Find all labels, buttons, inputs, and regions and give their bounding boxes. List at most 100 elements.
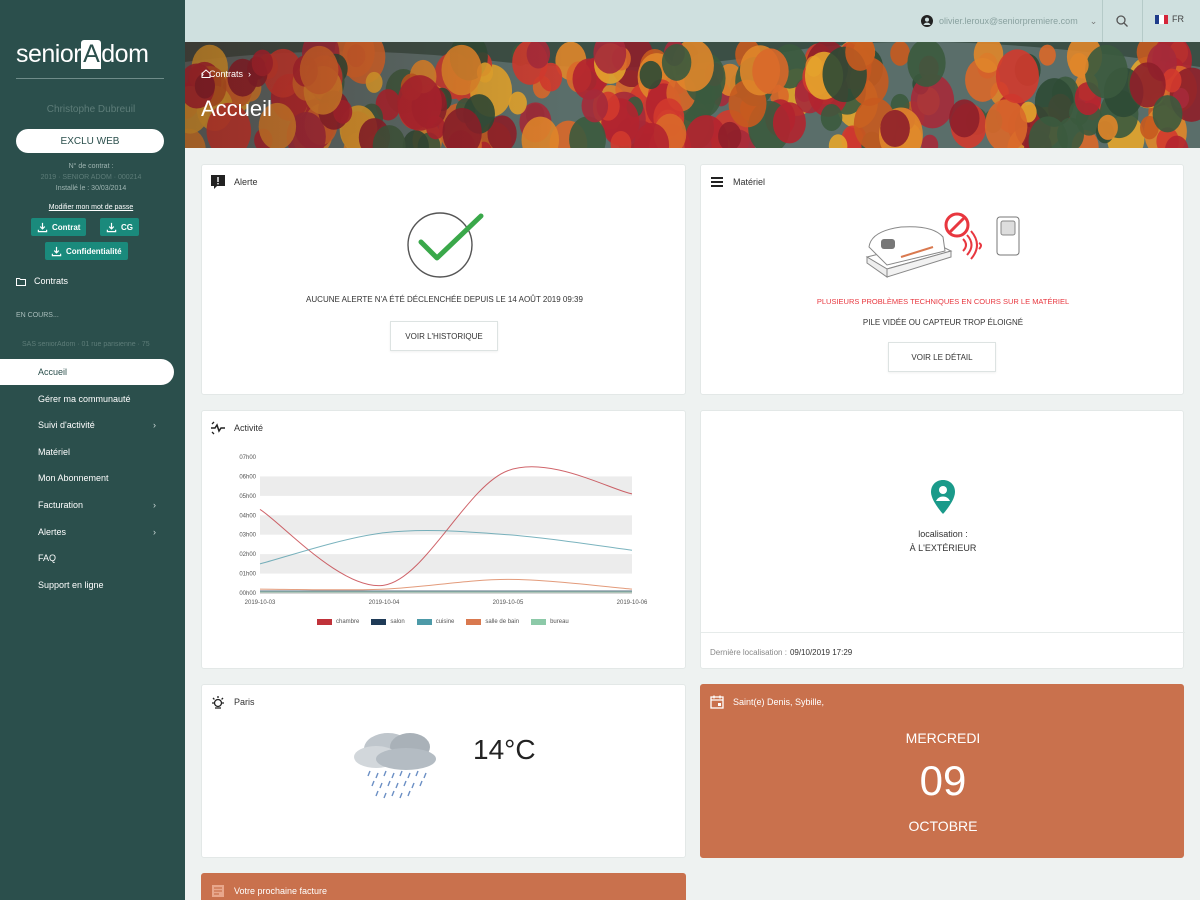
localisation-label: localisation : bbox=[918, 529, 968, 539]
month-name: OCTOBRE bbox=[908, 818, 978, 834]
sidebar-item-mon-abonnement[interactable]: Mon Abonnement bbox=[0, 465, 174, 491]
fete-card: Saint(e) Denis, Sybille, MERCREDI 09 OCT… bbox=[700, 684, 1184, 858]
page-title: Accueil bbox=[201, 96, 272, 121]
sidebar-item-suivi-d-activite[interactable]: Suivi d'activité › bbox=[0, 412, 174, 438]
voir-historique-button[interactable]: VOIR L'HISTORIQUE bbox=[390, 321, 498, 351]
legend-label: chambre bbox=[336, 619, 360, 625]
day-name: MERCREDI bbox=[905, 730, 981, 746]
breadcrumb-contrats[interactable]: Contrats bbox=[209, 69, 243, 79]
facture-card: Votre prochaine facture bbox=[201, 873, 686, 900]
localisation-card: localisation : À L'EXTÉRIEUR Dernière lo… bbox=[700, 410, 1185, 669]
materiel-detail: PILE VIDÉE OU CAPTEUR TROP ÉLOIGNÉ bbox=[862, 318, 1024, 327]
legend-item[interactable]: chambre bbox=[317, 619, 359, 625]
check-icon bbox=[407, 212, 484, 278]
x-tick-label: 2019-10-06 bbox=[617, 600, 648, 605]
sidebar-item-faq[interactable]: FAQ bbox=[0, 545, 174, 571]
legend-swatch bbox=[317, 619, 332, 625]
legend-item[interactable]: bureau bbox=[531, 619, 569, 625]
user-icon bbox=[921, 15, 933, 27]
chevron-right-icon: › bbox=[153, 500, 156, 510]
card-title: Activité bbox=[234, 423, 264, 433]
modify-password-link[interactable]: Modifier mon mot de passe bbox=[16, 204, 166, 211]
download-label: Confidentialité bbox=[66, 246, 122, 256]
legend-item[interactable]: salon bbox=[371, 619, 405, 625]
legend-label: salle de bain bbox=[485, 619, 520, 625]
legend-label: bureau bbox=[550, 619, 569, 625]
sidebar-item-accueil[interactable]: Accueil bbox=[0, 359, 174, 385]
y-tick-label: 01h00 bbox=[239, 572, 256, 578]
folder-icon bbox=[16, 277, 26, 286]
download-label: Contrat bbox=[52, 222, 81, 232]
legend-item[interactable]: salle de bain bbox=[466, 619, 519, 625]
language-label: FR bbox=[1172, 14, 1184, 24]
sidebar-item-label: Gérer ma communauté bbox=[38, 393, 131, 404]
sidebar-item-facturation[interactable]: Facturation › bbox=[0, 492, 174, 518]
alerte-card: Alerte AUCUNE ALERTE N'A ÉTÉ DÉCLENCHÉE … bbox=[201, 164, 686, 395]
language-selector[interactable]: FR bbox=[1155, 14, 1184, 24]
sidebar-item-materiel[interactable]: Matériel bbox=[0, 439, 174, 465]
breadcrumb: › Contrats › bbox=[201, 69, 252, 79]
meteo-card: Paris 14°C bbox=[201, 684, 686, 858]
download-icon bbox=[37, 222, 48, 232]
sidebar-item-alertes[interactable]: Alertes › bbox=[0, 519, 174, 545]
download-icon bbox=[51, 246, 62, 256]
card-title: Alerte bbox=[234, 177, 258, 187]
voir-detail-button[interactable]: VOIR LE DÉTAIL bbox=[888, 342, 996, 372]
sidebar-item-gerer-ma-communaute[interactable]: Gérer ma communauté bbox=[0, 386, 174, 412]
contract-number-value: 2019 · SENIOR ADOM · 000214 bbox=[40, 174, 142, 181]
x-tick-label: 2019-10-04 bbox=[369, 600, 400, 605]
temperature: 14°C bbox=[473, 734, 536, 765]
home-icon[interactable] bbox=[201, 69, 211, 78]
y-tick-label: 04h00 bbox=[239, 513, 256, 519]
legend-swatch bbox=[531, 619, 547, 625]
flag-fr-icon bbox=[1155, 14, 1168, 24]
sidebar-item-label: Contrats bbox=[34, 276, 69, 286]
activite-card: Activité 00h00 01h00 02h00 03h00 04h00 05h00 0… bbox=[201, 410, 686, 669]
rain-cloud-icon bbox=[354, 733, 436, 799]
y-tick-label: 06h00 bbox=[239, 474, 256, 480]
x-tick-label: 2019-10-05 bbox=[493, 600, 524, 605]
y-tick-label: 00h00 bbox=[239, 591, 256, 597]
legend-swatch bbox=[466, 619, 482, 625]
grid-band bbox=[260, 554, 632, 574]
calendar-icon bbox=[710, 695, 724, 709]
x-tick-label: 2019-10-03 bbox=[245, 600, 276, 605]
user-email: olivier.leroux@seniorpremiere.com bbox=[939, 16, 1078, 26]
device-illustration bbox=[865, 212, 1020, 278]
sidebar-item-contrats[interactable]: Contrats bbox=[16, 276, 68, 286]
exclu-web-button[interactable]: EXCLU WEB bbox=[16, 129, 164, 153]
sidebar: seniorAdom Christophe Dubreuil EXCLU WEB… bbox=[0, 0, 185, 900]
search-icon[interactable] bbox=[1115, 14, 1129, 28]
contract-number-label: N° de contrat : bbox=[68, 163, 114, 170]
user-menu[interactable]: olivier.leroux@seniorpremiere.com ⌄ bbox=[921, 0, 1097, 42]
download-contrat-button[interactable]: Contrat bbox=[31, 218, 87, 236]
legend-item[interactable]: cuisine bbox=[416, 619, 454, 625]
grid-band bbox=[260, 476, 632, 496]
download-label: CG bbox=[121, 222, 133, 232]
brand-logo[interactable]: seniorAdom bbox=[16, 34, 166, 80]
last-localisation-label: Dernière localisation : bbox=[710, 648, 787, 657]
last-localisation-value: 09/10/2019 17:29 bbox=[789, 648, 853, 657]
sidebar-item-label: Facturation bbox=[38, 500, 84, 510]
alert-icon bbox=[211, 175, 225, 189]
location-pin-icon bbox=[931, 480, 955, 514]
sidebar-item-label: Mon Abonnement bbox=[38, 473, 109, 484]
card-title: Matériel bbox=[733, 177, 766, 187]
sidebar-item-label: Support en ligne bbox=[38, 579, 104, 590]
materiel-card: Matériel PLUSIEURS PROBLÈMES TECHNIQUES … bbox=[700, 164, 1184, 395]
y-tick-label: 05h00 bbox=[239, 494, 256, 500]
card-title: Votre prochaine facture bbox=[234, 886, 328, 896]
alert-status-message: AUCUNE ALERTE N'A ÉTÉ DÉCLENCHÉE DEPUIS … bbox=[306, 295, 583, 304]
current-contract[interactable]: SAS seniorAdom · 01 rue parisienne · 75 bbox=[22, 341, 172, 348]
last-localisation: Dernière localisation : 09/10/2019 17:29 bbox=[710, 648, 852, 657]
activity-chart: 00h00 01h00 02h00 03h00 04h00 05h00 06h00 07h00… bbox=[239, 455, 648, 605]
activity-icon bbox=[211, 421, 225, 435]
download-cg-button[interactable]: CG bbox=[100, 218, 139, 236]
download-confidentialite-button[interactable]: Confidentialité bbox=[45, 242, 128, 260]
card-title: Paris bbox=[234, 697, 255, 707]
chevron-right-icon: › bbox=[153, 420, 156, 431]
sidebar-item-support-en-ligne[interactable]: Support en ligne bbox=[0, 572, 174, 598]
hero-banner: › Contrats › Accueil bbox=[185, 42, 1200, 148]
y-tick-label: 07h00 bbox=[239, 455, 256, 461]
installed-date: Installé le : 30/03/2014 bbox=[55, 185, 127, 192]
